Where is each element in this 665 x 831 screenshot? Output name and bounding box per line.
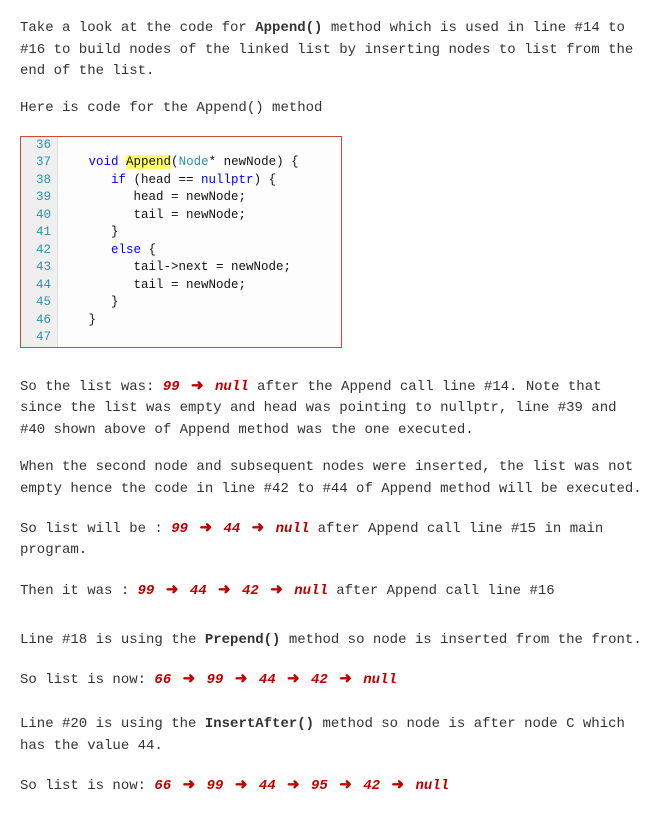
list-node-value: 99: [207, 672, 224, 688]
arrow-icon: ➜: [163, 578, 182, 601]
line-number: 47: [21, 329, 58, 347]
paragraph-else-branch: When the second node and subsequent node…: [20, 457, 645, 500]
text: Line #20 is using the: [20, 716, 205, 732]
text: Line #18 is using the: [20, 632, 205, 648]
line-number: 40: [21, 207, 58, 225]
arrow-icon: ➜: [180, 773, 199, 796]
paragraph-after-15: So list will be : 99 ➜ 44 ➜ null after A…: [20, 516, 645, 562]
list-node-value: 66: [154, 672, 171, 688]
line-number: 38: [21, 172, 58, 190]
line-number: 43: [21, 259, 58, 277]
code-line: tail->next = newNode;: [58, 259, 341, 277]
code-line: else {: [58, 242, 341, 260]
line-number: 45: [21, 294, 58, 312]
code-line: void Append(Node* newNode) {: [58, 154, 341, 172]
list-node-value: 44: [259, 672, 276, 688]
list-node-value: 99: [171, 521, 188, 537]
arrow-icon: ➜: [196, 516, 215, 539]
arrow-icon: ➜: [188, 374, 207, 397]
list-sequence: 66 ➜ 99 ➜ 44 ➜ 42 ➜ null: [154, 672, 396, 688]
arrow-icon: ➜: [249, 516, 268, 539]
code-line: head = newNode;: [58, 189, 341, 207]
code-line: tail = newNode;: [58, 277, 341, 295]
line-number: 36: [21, 137, 58, 155]
null-terminator: null: [215, 379, 249, 395]
list-node-value: 42: [242, 583, 259, 599]
null-terminator: null: [276, 521, 310, 537]
text: So list will be :: [20, 521, 171, 537]
text: So list is now:: [20, 778, 154, 794]
text: method so node is inserted from the fron…: [280, 632, 641, 648]
text: So list is now:: [20, 672, 154, 688]
arrow-icon: ➜: [336, 667, 355, 690]
arrow-icon: ➜: [336, 773, 355, 796]
list-node-value: 99: [138, 583, 155, 599]
paragraph-code-header: Here is code for the Append() method: [20, 98, 645, 120]
list-sequence: 66 ➜ 99 ➜ 44 ➜ 95 ➜ 42 ➜ null: [154, 778, 449, 794]
null-terminator: null: [415, 778, 449, 794]
list-sequence: 99 ➜ null: [163, 379, 249, 395]
paragraph-list-prepend: So list is now: 66 ➜ 99 ➜ 44 ➜ 42 ➜ null: [20, 667, 645, 692]
code-line: }: [58, 224, 341, 242]
text: after Append call line #16: [328, 583, 555, 599]
line-number: 42: [21, 242, 58, 260]
method-name: Append(): [255, 20, 322, 36]
arrow-icon: ➜: [215, 578, 234, 601]
code-line: tail = newNode;: [58, 207, 341, 225]
text: So the list was:: [20, 379, 163, 395]
list-node-value: 44: [259, 778, 276, 794]
list-node-value: 42: [363, 778, 380, 794]
paragraph-insertafter: Line #20 is using the InsertAfter() meth…: [20, 714, 645, 757]
arrow-icon: ➜: [267, 578, 286, 601]
line-number: 44: [21, 277, 58, 295]
method-name: InsertAfter(): [205, 716, 314, 732]
code-line: if (head == nullptr) {: [58, 172, 341, 190]
list-node-value: 66: [154, 778, 171, 794]
arrow-icon: ➜: [284, 667, 303, 690]
code-line: [58, 329, 341, 347]
paragraph-prepend: Line #18 is using the Prepend() method s…: [20, 630, 645, 652]
null-terminator: null: [363, 672, 397, 688]
line-number: 37: [21, 154, 58, 172]
code-line: [58, 137, 341, 155]
arrow-icon: ➜: [232, 773, 251, 796]
line-number: 41: [21, 224, 58, 242]
code-line: }: [58, 312, 341, 330]
arrow-icon: ➜: [180, 667, 199, 690]
paragraph-after-14: So the list was: 99 ➜ null after the App…: [20, 374, 645, 442]
method-name: Prepend(): [205, 632, 281, 648]
paragraph-after-16: Then it was : 99 ➜ 44 ➜ 42 ➜ null after …: [20, 578, 645, 603]
line-number: 39: [21, 189, 58, 207]
list-node-value: 44: [223, 521, 240, 537]
arrow-icon: ➜: [284, 773, 303, 796]
list-sequence: 99 ➜ 44 ➜ null: [171, 521, 309, 537]
list-node-value: 99: [163, 379, 180, 395]
line-number: 46: [21, 312, 58, 330]
list-sequence: 99 ➜ 44 ➜ 42 ➜ null: [138, 583, 328, 599]
list-node-value: 99: [207, 778, 224, 794]
arrow-icon: ➜: [388, 773, 407, 796]
list-node-value: 44: [190, 583, 207, 599]
list-node-value: 42: [311, 672, 328, 688]
text: Then it was :: [20, 583, 138, 599]
paragraph-intro: Take a look at the code for Append() met…: [20, 18, 645, 83]
paragraph-list-insertafter: So list is now: 66 ➜ 99 ➜ 44 ➜ 95 ➜ 42 ➜…: [20, 773, 645, 798]
list-node-value: 95: [311, 778, 328, 794]
arrow-icon: ➜: [232, 667, 251, 690]
code-line: }: [58, 294, 341, 312]
code-snippet-append: 3637 void Append(Node* newNode) {38 if (…: [20, 136, 342, 348]
null-terminator: null: [294, 583, 328, 599]
text: Take a look at the code for: [20, 20, 255, 36]
